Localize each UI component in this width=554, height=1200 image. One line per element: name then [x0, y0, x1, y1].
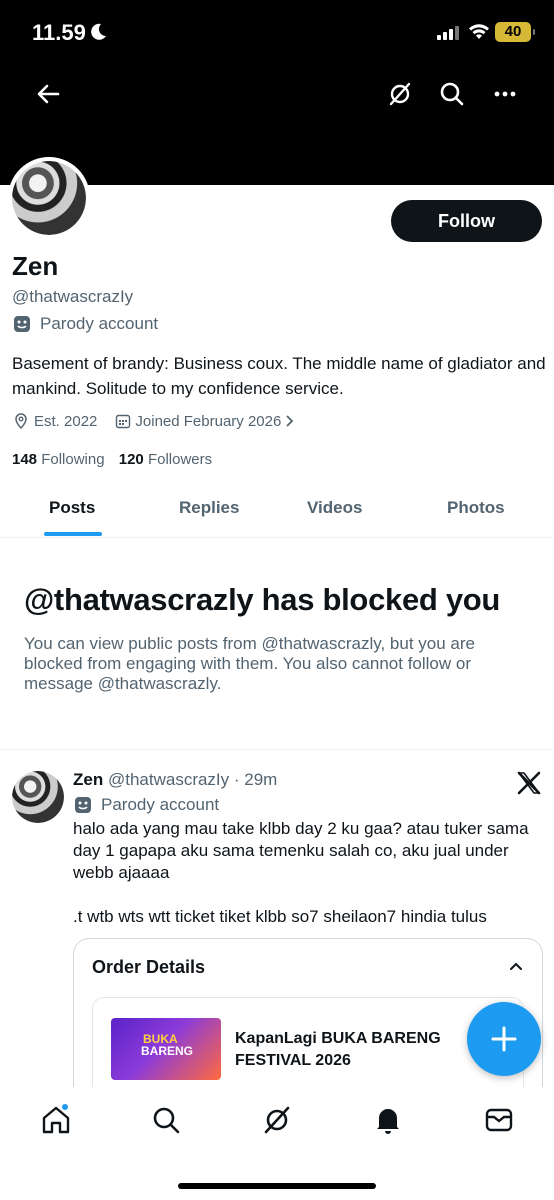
moon-icon [91, 23, 106, 40]
profile-location: Est. 2022 [34, 412, 98, 430]
parody-label: Parody account [40, 314, 159, 333]
battery-indicator: 40 [495, 22, 535, 42]
post-parody-badge: Parody account [73, 795, 219, 815]
calendar-icon [116, 414, 131, 429]
search-icon[interactable] [150, 1104, 182, 1136]
messages-icon[interactable] [483, 1104, 515, 1136]
divider [0, 749, 554, 750]
tab-replies[interactable]: Replies [179, 498, 239, 518]
chevron-up-icon[interactable] [506, 957, 526, 977]
profile-meta: Est. 2022 Joined February 2026 [12, 412, 295, 430]
location-pin-icon [15, 413, 27, 430]
event-name: KapanLagi BUKA BARENG FESTIVAL 2026 [235, 1030, 441, 1069]
theater-mask-icon [75, 797, 91, 813]
tab-posts[interactable]: Posts [49, 498, 95, 518]
x-logo-icon[interactable] [516, 770, 542, 796]
following-link[interactable]: 148 Following [12, 451, 105, 468]
home-indicator[interactable] [178, 1183, 376, 1189]
home-notification-dot [61, 1103, 69, 1111]
wifi-icon [469, 24, 489, 39]
theater-mask-icon [14, 316, 30, 332]
post-parody-label: Parody account [101, 795, 220, 814]
follow-button[interactable]: Follow [391, 200, 542, 242]
grok-icon[interactable] [384, 78, 416, 110]
followers-link[interactable]: 120 Followers [119, 451, 212, 468]
post-avatar[interactable] [12, 771, 64, 823]
notifications-icon[interactable] [372, 1104, 404, 1136]
chevron-right-icon[interactable] [285, 414, 295, 428]
profile-banner: 11.59 40 [0, 0, 554, 185]
tab-photos[interactable]: Photos [447, 498, 505, 518]
compose-button[interactable] [467, 1002, 541, 1076]
post-author[interactable]: Zen [73, 770, 103, 789]
back-arrow-icon[interactable] [32, 78, 64, 110]
post-handle-time: @thatwascrazIy · 29m [107, 770, 278, 789]
grok-icon[interactable] [261, 1104, 293, 1136]
blocked-message: You can view public posts from @thatwasc… [24, 634, 475, 693]
profile-tabs: Posts Replies Videos Photos [0, 485, 554, 538]
search-icon[interactable] [436, 78, 468, 110]
more-options-icon[interactable] [489, 78, 521, 110]
tab-videos[interactable]: Videos [307, 498, 362, 518]
active-tab-indicator [44, 532, 102, 536]
post-text: halo ada yang mau take klbb day 2 ku gaa… [73, 819, 529, 926]
profile-name: Zen [12, 251, 59, 281]
profile-joined[interactable]: Joined February 2026 [135, 413, 281, 430]
parody-badge: Parody account [12, 314, 158, 334]
profile-bio: Basement of brandy: Business coux. The m… [12, 354, 546, 398]
cellular-signal-icon [437, 26, 459, 40]
event-image: BUKA BARENG [111, 1018, 221, 1080]
blocked-title: @thatwascrazly has blocked you [24, 582, 501, 617]
status-time: 11.59 [32, 20, 86, 45]
post-header: Zen @thatwascrazIy · 29m [73, 770, 277, 790]
card-title: Order Details [92, 957, 206, 977]
profile-handle: @thatwascrazIy [12, 287, 134, 306]
profile-avatar[interactable] [8, 157, 90, 239]
follow-counts: 148 Following 120 Followers [12, 451, 212, 468]
plus-icon [491, 1026, 517, 1052]
status-bar: 11.59 40 [0, 20, 554, 48]
